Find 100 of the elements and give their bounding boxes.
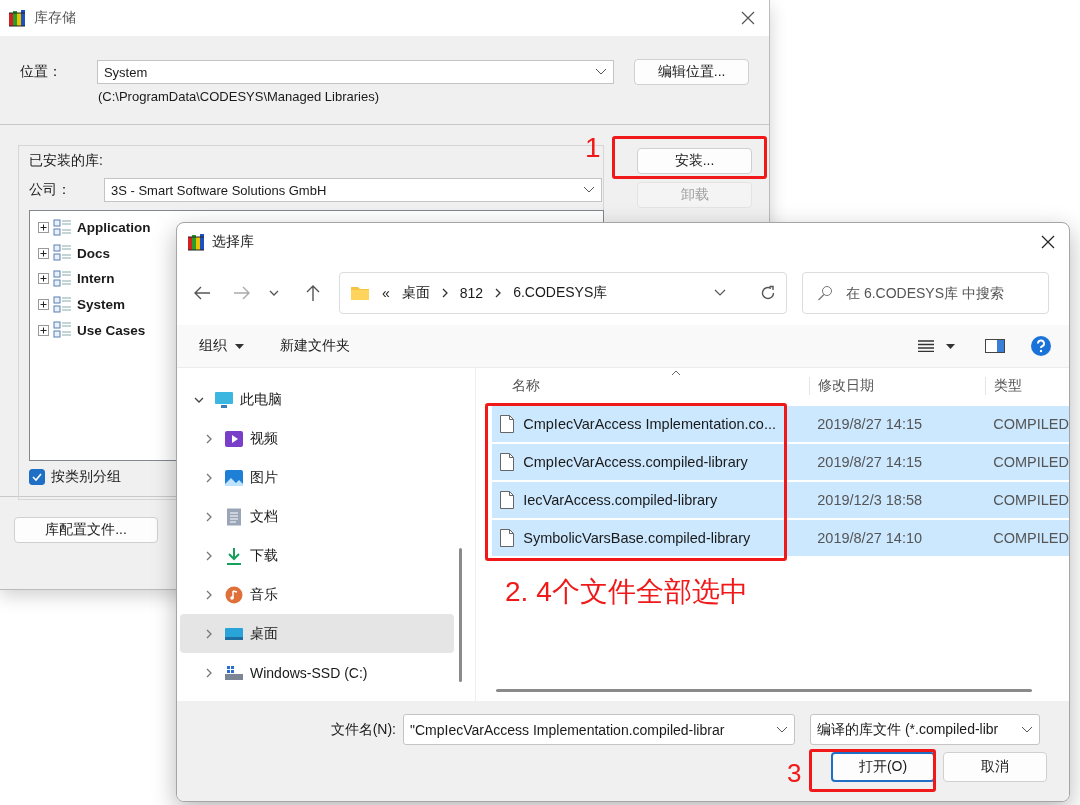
chevron-right-icon (495, 288, 502, 298)
tree-item[interactable]: Docs (77, 245, 110, 261)
edit-location-button[interactable]: 编辑位置... (634, 59, 749, 85)
file-row[interactable]: IecVarAccess.compiled-library 2019/12/3 18:58 COMPILED (492, 482, 1069, 518)
category-icon (53, 270, 73, 288)
step-number: 1 (585, 134, 601, 162)
scrollbar-thumb[interactable] (458, 548, 462, 682)
sort-caret-icon[interactable] (671, 370, 682, 376)
open-button[interactable]: 打开(O) (831, 752, 935, 782)
library-profile-button[interactable]: 库配置文件... (14, 517, 158, 543)
nav-item[interactable]: 图片 (180, 458, 454, 497)
location-path: (C:\ProgramData\CODESYS\Managed Libraries) (98, 89, 381, 104)
file-icon (500, 453, 515, 471)
organize-menu[interactable]: 组织 (199, 337, 227, 355)
cancel-button[interactable]: 取消 (943, 752, 1047, 782)
chevron-icon[interactable] (204, 433, 214, 444)
location-label: 位置： (20, 63, 63, 81)
nav-item[interactable]: 桌面 (180, 614, 454, 653)
breadcrumb-item[interactable]: 桌面 (401, 284, 430, 302)
location-dropdown[interactable]: System (96, 60, 615, 84)
breadcrumb-item[interactable]: 812 (459, 285, 484, 301)
nav-label: 图片 (250, 468, 278, 487)
drive-icon (224, 663, 244, 682)
file-icon (500, 415, 515, 433)
books-icon (187, 233, 207, 251)
picture-icon (224, 468, 244, 487)
window-title: 库存储 (34, 9, 76, 27)
file-icon (500, 491, 515, 509)
chevron-icon[interactable] (204, 472, 214, 483)
file-date: 2019/8/27 14:15 (816, 416, 924, 432)
nav-label: 文档 (250, 507, 278, 526)
list-view-icon[interactable] (918, 340, 934, 352)
caret-icon[interactable] (235, 343, 244, 349)
expander-icon[interactable] (38, 324, 49, 336)
file-type-dropdown[interactable]: 编译的库文件 (*.compiled-libr (810, 714, 1040, 745)
expander-icon[interactable] (38, 247, 49, 259)
search-field[interactable]: 在 6.CODESYS库 中搜索 (802, 272, 1049, 314)
file-type: COMPILED (992, 492, 1069, 508)
caret-icon[interactable] (269, 290, 279, 296)
chevron-down-icon[interactable] (776, 725, 788, 734)
nav-item[interactable]: 此电脑 (180, 380, 454, 419)
nav-item[interactable]: 下载 (180, 536, 454, 575)
expander-icon[interactable] (38, 273, 49, 285)
file-name-label: 文件名(N): (329, 720, 397, 739)
file-name-field[interactable]: "CmpIecVarAccess Implementation.compiled-librar (403, 714, 795, 745)
tree-item[interactable]: System (77, 297, 126, 313)
checkbox-label: 按类别分组 (51, 468, 121, 486)
step-note: 2. 4个文件全部选中 (505, 578, 748, 606)
chevron-icon[interactable] (204, 511, 214, 522)
chevron-down-icon[interactable] (1021, 725, 1033, 734)
chevron-down-icon[interactable] (595, 68, 608, 76)
nav-item[interactable]: 视频 (180, 419, 454, 458)
nav-label: 视频 (250, 429, 278, 448)
chevron-down-icon[interactable] (714, 289, 726, 297)
nav-label: 桌面 (250, 624, 278, 643)
file-row[interactable]: SymbolicVarsBase.compiled-library 2019/8/27 14:10 COMPILED (492, 520, 1069, 556)
caret-icon[interactable] (946, 343, 955, 349)
address-bar[interactable]: « 桌面 812 6.CODESYS库 (339, 272, 787, 314)
tree-item[interactable]: Use Cases (77, 322, 146, 338)
group-label: 已安装的库: (29, 152, 104, 170)
nav-item[interactable]: Windows-SSD (C:) (180, 653, 454, 692)
file-row[interactable]: CmpIecVarAccess.compiled-library 2019/8/27 14:15 COMPILED (492, 444, 1069, 480)
nav-item[interactable]: 文档 (180, 497, 454, 536)
install-button[interactable]: 安装... (637, 148, 752, 174)
close-icon[interactable] (1041, 235, 1055, 249)
chevron-icon[interactable] (204, 550, 214, 561)
back-arrow-icon[interactable] (193, 285, 211, 301)
video-icon (224, 429, 244, 448)
chevron-icon[interactable] (204, 589, 214, 600)
close-icon[interactable] (741, 11, 755, 25)
tree-item[interactable]: Application (77, 220, 151, 236)
column-header[interactable]: 修改日期 (809, 377, 986, 395)
checkbox[interactable] (29, 469, 45, 485)
nav-item[interactable]: 音乐 (180, 575, 454, 614)
tree-item[interactable]: Intern (77, 271, 115, 287)
step-number: 3 (787, 760, 802, 786)
up-arrow-icon[interactable] (305, 284, 321, 302)
download-icon (224, 546, 244, 565)
preview-pane-icon[interactable] (985, 339, 1005, 353)
chevron-icon[interactable] (204, 667, 214, 678)
file-name: SymbolicVarsBase.compiled-library (523, 530, 751, 546)
music-icon (224, 585, 244, 604)
chevron-down-icon[interactable] (583, 186, 595, 194)
expander-icon[interactable] (38, 222, 49, 234)
company-dropdown[interactable]: 3S - Smart Software Solutions GmbH (104, 178, 602, 202)
monitor-icon (214, 390, 234, 409)
column-header[interactable]: 名称 (492, 377, 810, 395)
expander-icon[interactable] (38, 299, 49, 311)
breadcrumb-overflow[interactable]: « (382, 285, 390, 301)
breadcrumb-item[interactable]: 6.CODESYS库 (513, 284, 608, 302)
file-name: CmpIecVarAccess Implementation.co... (523, 416, 777, 432)
category-icon (53, 295, 73, 314)
nav-label: Windows-SSD (C:) (250, 664, 368, 681)
scrollbar-thumb[interactable] (496, 689, 1033, 692)
refresh-icon[interactable] (760, 285, 776, 301)
column-header[interactable]: 类型 (985, 377, 1069, 395)
file-date: 2019/12/3 18:58 (816, 492, 924, 508)
new-folder-button[interactable]: 新建文件夹 (280, 337, 350, 355)
help-icon[interactable] (1031, 336, 1051, 356)
file-row[interactable]: CmpIecVarAccess Implementation.co... 2019/8/27 14:15 COMPILED (492, 406, 1069, 442)
